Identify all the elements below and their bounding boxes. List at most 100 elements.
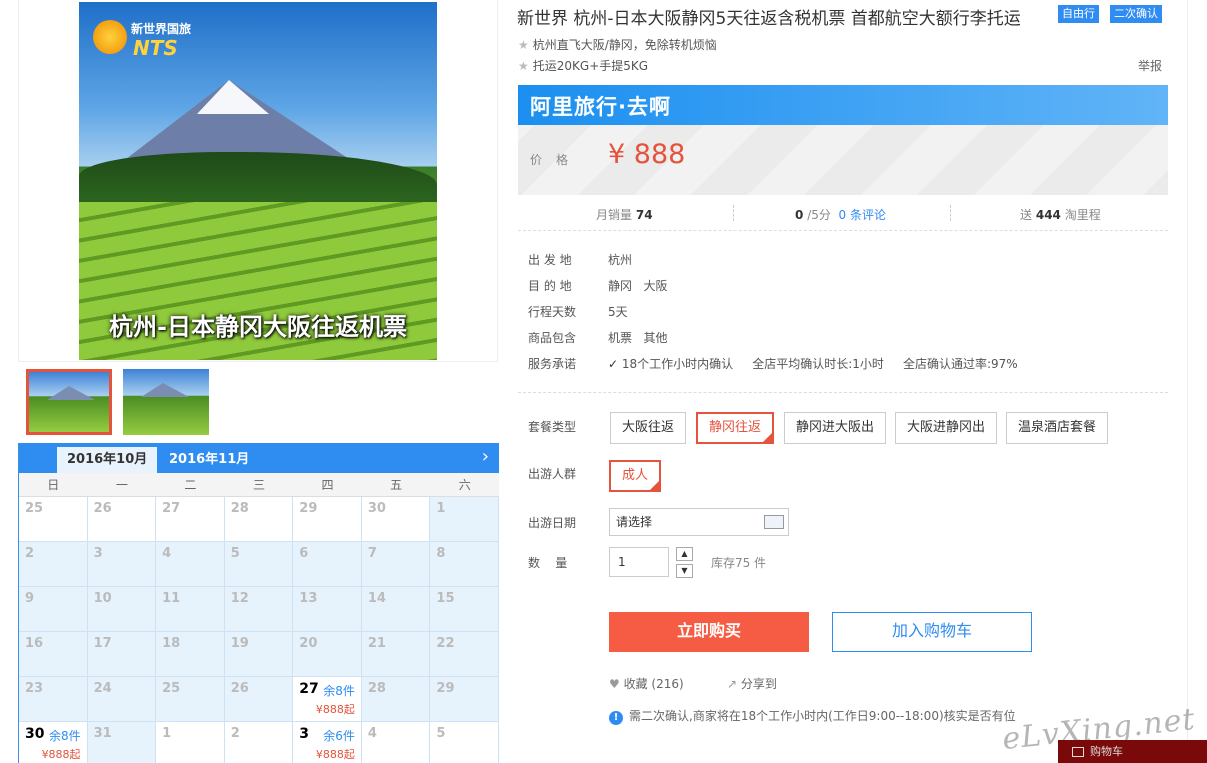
weekday-label: 二 — [184, 478, 197, 492]
info-row-duration: 行程天数 5天 — [528, 303, 628, 320]
calendar-day-available[interactable]: 30 余8件 ¥888起 — [19, 722, 88, 763]
rating-suffix: /5分 — [807, 208, 831, 222]
calendar-day: 16 — [19, 632, 88, 677]
calendar-day: 29 — [293, 497, 362, 542]
day-number: 3 — [299, 726, 310, 742]
traveler-adult[interactable]: 成人 — [609, 460, 662, 492]
departure-calendar: 2016年10月 2016年11月 › 日 一 二 三 四 五 六 25 26 27… — [18, 443, 499, 763]
calendar-day: 4 — [156, 542, 225, 587]
notice-text: 需二次确认,商家将在18个工作小时内(工作日9:00--18:00)核实是否有位 — [629, 709, 1016, 723]
package-hot-spring-hotel[interactable]: 温泉酒店套餐 — [1006, 412, 1109, 444]
day-number: 11 — [162, 591, 181, 606]
calendar-tab-october[interactable]: 2016年10月 — [57, 447, 158, 473]
quantity-input[interactable]: 1 — [609, 547, 669, 577]
calendar-tab-november[interactable]: 2016年11月 — [159, 447, 259, 473]
chevron-down-icon[interactable]: ▼ — [676, 564, 693, 578]
chevron-right-icon[interactable]: › — [482, 447, 489, 467]
calendar-day: 18 — [156, 632, 225, 677]
day-number: 2 — [230, 726, 240, 741]
thumbnail-mountain-icon — [141, 383, 189, 397]
add-to-cart-button[interactable]: 加入购物车 — [832, 612, 1032, 652]
day-number: 27 — [162, 501, 181, 516]
day-number: 12 — [230, 591, 249, 606]
weekday-label: 四 — [321, 478, 334, 492]
points: 送 444 淘里程 — [1020, 206, 1101, 223]
package-osaka-roundtrip[interactable]: 大阪往返 — [610, 412, 687, 444]
mini-cart-bar[interactable]: 购物车 — [1058, 740, 1207, 763]
info-value: 18个工作小时内确认 全店平均确认时长:1小时 全店确认通过率:97% — [621, 357, 1018, 371]
package-shizuoka-roundtrip[interactable]: 静冈往返 — [696, 412, 775, 444]
info-value: 5天 — [608, 305, 628, 319]
calendar-grid: 25 26 27 28 29 30 1 2 3 4 5 6 7 8 9 10 11 12 13 14 15 16 17 18 1… — [19, 497, 499, 763]
traveler-label: 出游人群 — [528, 467, 577, 481]
section-divider — [518, 392, 1168, 393]
day-price: ¥888起 — [315, 703, 355, 716]
calendar-day: 11 — [156, 587, 225, 632]
star-icon: ★ — [518, 59, 529, 73]
thumbnail-2[interactable] — [123, 369, 209, 435]
info-icon: ! — [609, 711, 623, 725]
points-value: 444 — [1035, 208, 1061, 222]
calendar-day: 21 — [361, 632, 431, 677]
day-number: 29 — [299, 501, 318, 516]
package-osaka-in-shizuoka-out[interactable]: 大阪进静冈出 — [895, 412, 998, 444]
thumbnail-mountain-icon — [47, 386, 95, 400]
reconfirm-notice: ! 需二次确认,商家将在18个工作小时内(工作日9:00--18:00)核实是否有… — [609, 707, 1016, 725]
thumbnail-1[interactable] — [26, 369, 112, 435]
calendar-day: 24 — [87, 677, 157, 722]
calendar-day-available[interactable]: 27 余8件 ¥888起 — [293, 677, 362, 722]
package-label: 套餐类型 — [528, 420, 577, 434]
day-price: ¥888起 — [41, 748, 81, 761]
mini-cart-label: 购物车 — [1090, 745, 1123, 758]
date-input[interactable]: 请选择 — [609, 508, 789, 536]
weekday-label: 六 — [458, 478, 471, 492]
share-link[interactable]: ↗ 分享到 — [727, 675, 777, 692]
calendar-day: 30 — [361, 497, 431, 542]
calendar-day: 20 — [293, 632, 362, 677]
calendar-day: 2 — [19, 542, 88, 587]
day-price: ¥888起 — [315, 748, 355, 761]
day-number: 18 — [162, 636, 181, 651]
info-row-service: 服务承诺 ✓ 18个工作小时内确认 全店平均确认时长:1小时 全店确认通过率:97… — [528, 355, 1018, 372]
favorite-link[interactable]: ♥ 收藏 (216) — [609, 675, 684, 692]
calendar-day: 4 — [361, 722, 431, 763]
quantity-label: 数 量 — [528, 556, 568, 570]
calendar-day: 8 — [430, 542, 499, 587]
info-label: 行程天数 — [528, 305, 577, 319]
package-shizuoka-in-osaka-out[interactable]: 静冈进大阪出 — [784, 412, 887, 444]
weekday-label: 一 — [115, 478, 128, 492]
day-number: 1 — [162, 726, 172, 741]
calendar-day: 5 — [224, 542, 294, 587]
weekday-label: 五 — [390, 478, 403, 492]
calendar-day: 6 — [293, 542, 362, 587]
report-link[interactable]: 举报 — [1138, 57, 1162, 74]
info-label: 商品包含 — [528, 331, 577, 345]
weekday-label: 日 — [47, 478, 60, 492]
calendar-day: 3 — [87, 542, 157, 587]
day-stock: 余6件 — [323, 729, 355, 743]
day-number: 30 — [367, 501, 386, 516]
info-value: 杭州 — [608, 253, 633, 267]
chevron-up-icon[interactable]: ▲ — [676, 547, 693, 561]
day-number: 25 — [25, 501, 44, 516]
day-number: 4 — [162, 546, 172, 561]
calendar-day: 27 — [156, 497, 225, 542]
day-number: 16 — [25, 636, 44, 651]
day-number: 23 — [25, 681, 44, 696]
calendar-day: 5 — [430, 722, 499, 763]
logo-text-top: 新世界国旅 — [131, 22, 192, 36]
calendar-day: 15 — [430, 587, 499, 632]
stats-divider — [950, 205, 951, 221]
buy-now-button[interactable]: 立即购买 — [609, 612, 809, 652]
info-value: 机票 其他 — [608, 331, 668, 345]
points-suffix: 淘里程 — [1064, 208, 1101, 222]
day-number: 9 — [25, 591, 35, 606]
calendar-day: 26 — [224, 677, 294, 722]
product-photo[interactable]: 新世界国旅 NTS 杭州-日本静冈大阪往返机票 — [79, 2, 437, 360]
calendar-day-available[interactable]: 3 余6件 ¥888起 — [293, 722, 362, 763]
calendar-icon[interactable] — [764, 515, 784, 529]
reviews-link[interactable]: 0 条评论 — [839, 208, 886, 222]
mountain-snow-graphic — [197, 80, 269, 114]
day-stock: 余8件 — [323, 684, 355, 698]
day-number: 25 — [162, 681, 181, 696]
